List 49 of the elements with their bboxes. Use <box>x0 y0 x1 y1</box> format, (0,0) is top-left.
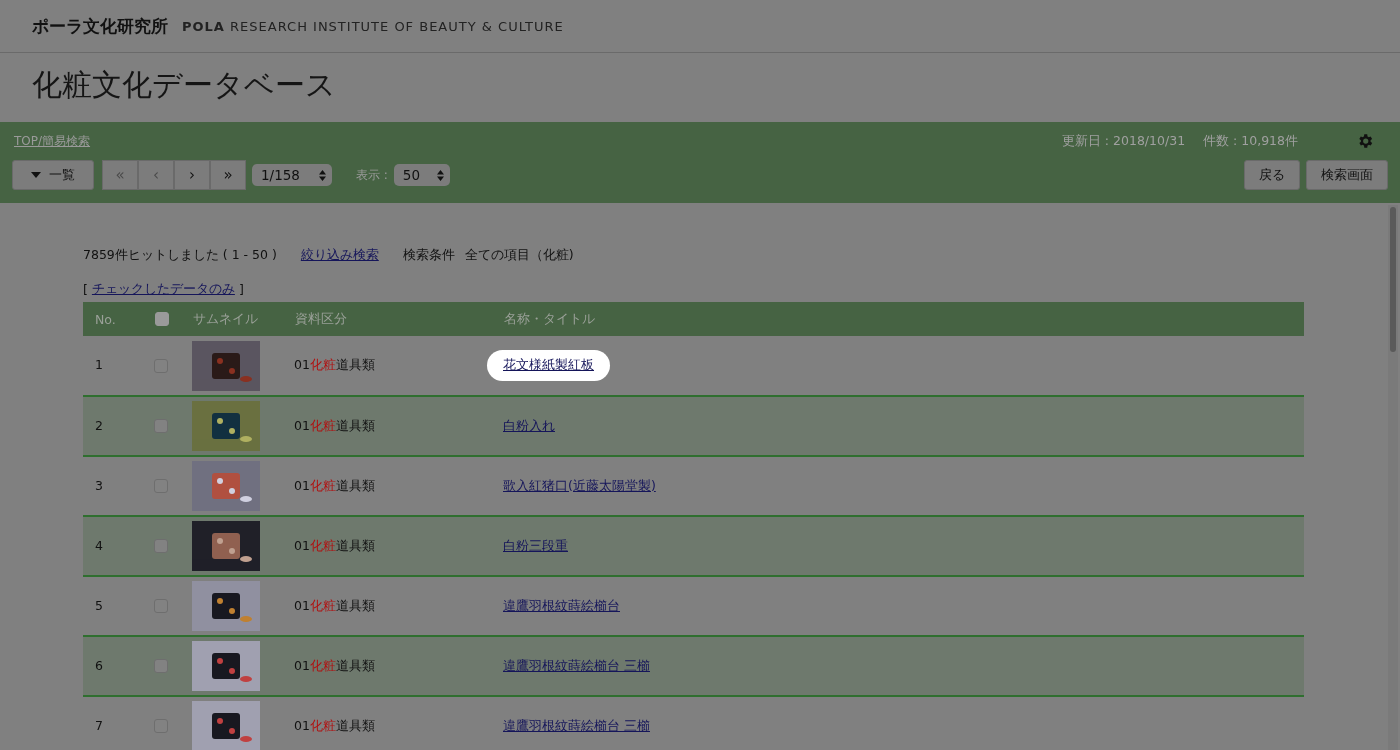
column-header: サムネイル <box>193 310 258 326</box>
title-link[interactable]: 違鷹羽根紋蒔絵櫛台 <box>503 597 620 613</box>
row-number: 1 <box>95 357 103 373</box>
back-button[interactable]: 戻る <box>1244 160 1300 190</box>
title-link[interactable]: 白粉入れ <box>503 417 555 433</box>
page-title: 化粧文化データベース <box>31 66 337 104</box>
row-number: 2 <box>95 417 103 433</box>
pager-button[interactable]: » <box>210 160 246 190</box>
category-text: 01化粧道具類 <box>294 717 375 733</box>
logo-text: ポーラ文化研究所 <box>32 14 168 38</box>
column-header: 資料区分 <box>295 310 347 326</box>
category-text: 01化粧道具類 <box>294 537 375 553</box>
bracket: ] <box>238 281 244 297</box>
bracket: [ <box>83 281 88 297</box>
row-number: 5 <box>95 597 103 613</box>
search-screen-button[interactable]: 検索画面 <box>1306 160 1388 190</box>
category-text: 01化粧道具類 <box>294 597 375 613</box>
refine-search-link[interactable]: 絞り込み検索 <box>300 246 379 264</box>
column-header: No. <box>95 311 116 327</box>
update-date: 更新日 : 2018/10/31 <box>1061 132 1186 150</box>
category-text: 01化粧道具類 <box>294 357 375 373</box>
row-number: 6 <box>95 657 103 673</box>
display-count-select[interactable]: 50 <box>393 164 450 186</box>
row-number: 3 <box>95 477 103 493</box>
row-number: 7 <box>95 717 103 733</box>
result-summary: 7859件ヒットしました ( 1 - 50 ) <box>83 246 277 264</box>
pager-button[interactable]: › <box>174 160 210 190</box>
page-select[interactable]: 1/158 <box>252 164 332 186</box>
spinner-icon <box>319 169 326 181</box>
title-link[interactable]: 違鷹羽根紋蒔絵櫛台 三櫛 <box>503 657 650 673</box>
record-count: 件数 : 10,918件 <box>1203 132 1298 150</box>
category-text: 01化粧道具類 <box>294 477 375 493</box>
category-text: 01化粧道具類 <box>294 657 375 673</box>
title-link[interactable]: 白粉三段重 <box>503 537 568 553</box>
caret-icon <box>31 172 41 178</box>
column-header: 名称・タイトル <box>504 310 595 326</box>
row-number: 4 <box>95 537 103 553</box>
title-link[interactable]: 歌入紅猪口(近藤太陽堂製) <box>503 477 656 493</box>
scrollbar[interactable] <box>1388 205 1398 750</box>
breadcrumb-link[interactable]: TOP/簡易検索 <box>14 132 91 150</box>
title-link[interactable]: 違鷹羽根紋蒔絵櫛台 三櫛 <box>503 717 650 733</box>
logo-subtitle: POLA RESEARCH INSTITUTE OF BEAUTY & CULTURE <box>182 18 564 34</box>
condition-text: 全ての項目（化粧) <box>464 246 574 264</box>
checked-only-link[interactable]: チェックしたデータのみ <box>91 280 235 298</box>
checkbox[interactable] <box>155 312 169 326</box>
display-label: 表示 : <box>356 166 388 184</box>
spinner-icon <box>436 169 444 181</box>
category-text: 01化粧道具類 <box>294 417 375 433</box>
condition-label: 検索条件 <box>402 246 455 264</box>
